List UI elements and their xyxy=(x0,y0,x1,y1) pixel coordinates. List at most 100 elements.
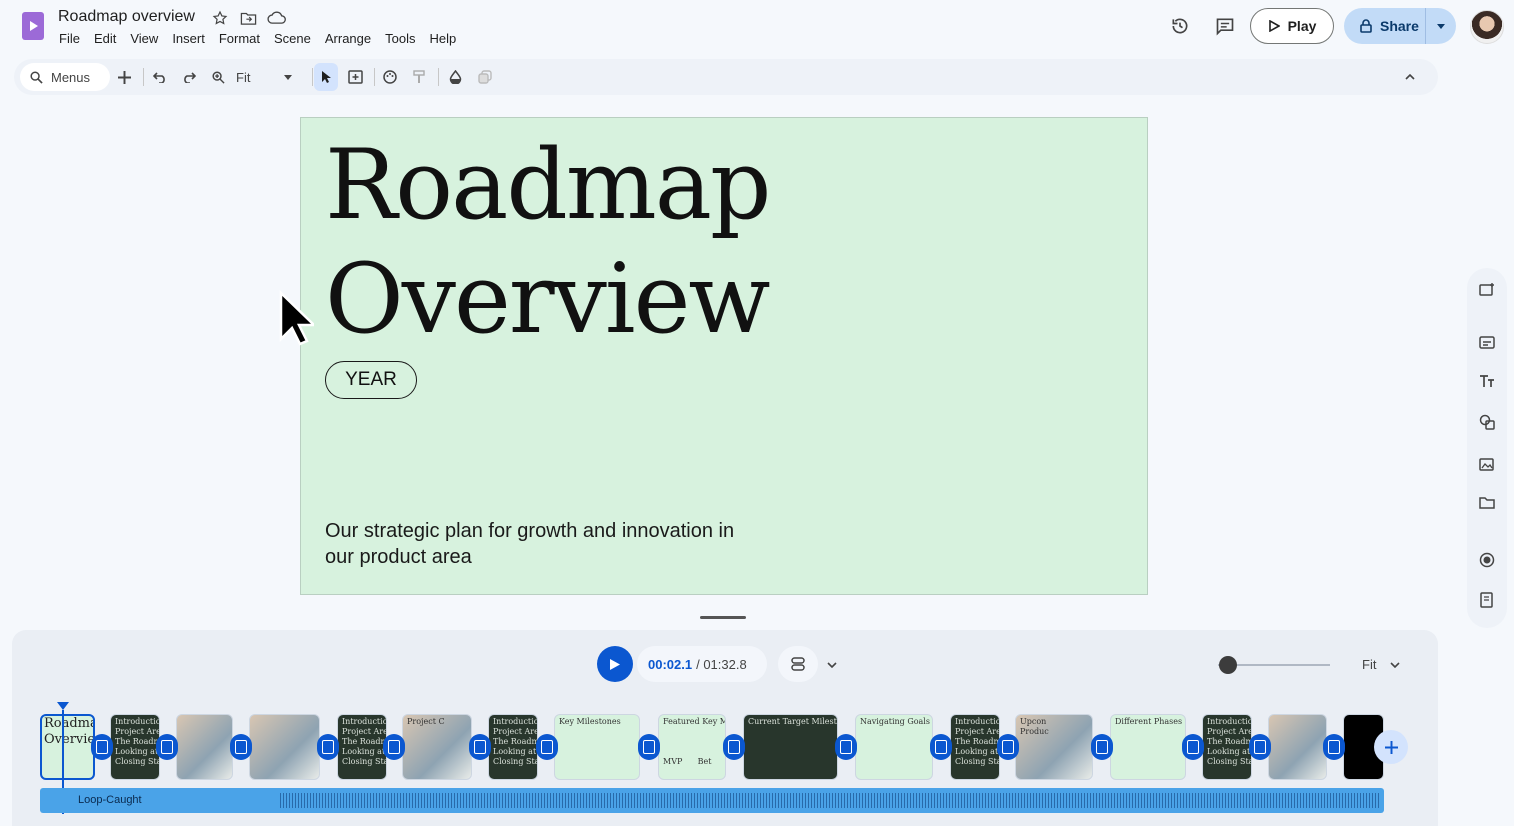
folder-icon[interactable] xyxy=(1476,491,1498,513)
scene-thumbnail[interactable] xyxy=(1268,714,1327,780)
notes-icon[interactable] xyxy=(1476,589,1498,611)
palette-icon[interactable] xyxy=(380,63,400,91)
transition-icon[interactable] xyxy=(469,734,491,760)
app-logo-icon[interactable] xyxy=(22,12,44,40)
transition-icon[interactable] xyxy=(1323,734,1345,760)
scene-thumbnail[interactable]: Introductio Project Are The Roadm Lookin… xyxy=(950,714,1000,780)
menu-insert[interactable]: Insert xyxy=(172,31,205,46)
avatar[interactable] xyxy=(1470,10,1504,44)
menu-view[interactable]: View xyxy=(130,31,158,46)
scene-thumbnail[interactable]: Project C xyxy=(402,714,472,780)
history-icon[interactable] xyxy=(1165,11,1195,41)
collapse-icon[interactable] xyxy=(1400,63,1420,91)
document-title[interactable]: Roadmap overview xyxy=(58,8,195,26)
menu-format[interactable]: Format xyxy=(219,31,260,46)
scene-thumbnail[interactable] xyxy=(176,714,233,780)
scene-thumbnail[interactable]: Navigating Goals xyxy=(855,714,933,780)
zoom-slider-handle[interactable] xyxy=(1219,656,1237,674)
year-badge[interactable]: YEAR xyxy=(325,361,417,399)
zoom-select[interactable]: Fit xyxy=(236,63,302,91)
scene-thumbnail[interactable]: Introductio Project Are The Roadm Lookin… xyxy=(337,714,387,780)
pointer-icon[interactable] xyxy=(314,63,338,91)
side-panel-rail xyxy=(1467,268,1507,628)
transition-icon[interactable] xyxy=(1182,734,1204,760)
scene-thumbnail[interactable]: Featured Key Milestone MVP Bet xyxy=(658,714,726,780)
time-display: 00:02.1 / 01:32.8 xyxy=(637,646,767,682)
effects-icon[interactable] xyxy=(475,63,495,91)
scene-thumbnail[interactable]: Current Target Milestones xyxy=(743,714,838,780)
scene-thumbnail[interactable]: Different Phases xyxy=(1110,714,1186,780)
redo-icon[interactable] xyxy=(179,63,199,91)
menu-tools[interactable]: Tools xyxy=(385,31,415,46)
menu-file[interactable]: File xyxy=(59,31,80,46)
panel-resize-handle[interactable] xyxy=(700,616,746,619)
audio-waveform xyxy=(280,793,1380,808)
play-button[interactable]: Play xyxy=(1250,8,1334,44)
chevron-down-icon xyxy=(284,74,293,80)
total-time: / 01:32.8 xyxy=(696,656,747,672)
menu-scene[interactable]: Scene xyxy=(274,31,311,46)
menu-help[interactable]: Help xyxy=(429,31,456,46)
paint-format-icon[interactable] xyxy=(409,63,429,91)
menu-arrange[interactable]: Arrange xyxy=(325,31,371,46)
search-icon xyxy=(30,70,43,84)
transition-icon[interactable] xyxy=(1091,734,1113,760)
text-box-icon[interactable] xyxy=(345,63,365,91)
menu-edit[interactable]: Edit xyxy=(94,31,116,46)
timeline-view-button[interactable] xyxy=(778,646,818,682)
transition-icon[interactable] xyxy=(1249,734,1271,760)
fill-icon[interactable] xyxy=(445,63,465,91)
image-icon[interactable] xyxy=(1476,452,1498,474)
scene-thumbnail[interactable]: Introductio Project Are The Roadm Lookin… xyxy=(1202,714,1252,780)
transition-icon[interactable] xyxy=(638,734,660,760)
transition-icon[interactable] xyxy=(91,734,113,760)
scene-thumbnail[interactable]: Upcon Produc xyxy=(1015,714,1093,780)
share-dropdown-icon[interactable] xyxy=(1426,23,1456,29)
cloud-icon[interactable] xyxy=(266,8,286,28)
record-icon[interactable] xyxy=(1476,549,1498,571)
shapes-icon[interactable] xyxy=(1476,411,1498,433)
chevron-down-icon[interactable] xyxy=(822,655,842,675)
audio-track[interactable]: Loop-Caught xyxy=(40,788,1384,813)
toolbar-divider xyxy=(438,68,439,86)
timeline-play-button[interactable] xyxy=(597,646,633,682)
plus-icon[interactable] xyxy=(114,63,134,91)
transition-icon[interactable] xyxy=(930,734,952,760)
scene-gen-icon[interactable] xyxy=(1476,278,1498,300)
caption-icon[interactable] xyxy=(1476,331,1498,353)
share-button[interactable]: Share xyxy=(1344,8,1456,44)
transition-icon[interactable] xyxy=(997,734,1019,760)
scene-thumbnail[interactable]: Introductio Project Are The Roadm Lookin… xyxy=(110,714,160,780)
star-icon[interactable] xyxy=(210,8,230,28)
transition-icon[interactable] xyxy=(383,734,405,760)
transition-icon[interactable] xyxy=(536,734,558,760)
playhead-marker[interactable] xyxy=(57,702,69,710)
scene-thumbnail[interactable]: Key Milestones xyxy=(554,714,640,780)
play-icon xyxy=(1268,20,1280,32)
folder-move-icon[interactable] xyxy=(238,8,258,28)
menu-search[interactable]: Menus xyxy=(20,63,110,91)
undo-icon[interactable] xyxy=(150,63,170,91)
transition-icon[interactable] xyxy=(156,734,178,760)
zoom-icon[interactable] xyxy=(208,63,228,91)
slide-subtitle[interactable]: Our strategic plan for growth and innova… xyxy=(325,518,745,570)
share-main[interactable]: Share xyxy=(1344,8,1426,44)
comment-icon[interactable] xyxy=(1210,11,1240,41)
transition-icon[interactable] xyxy=(230,734,252,760)
search-label: Menus xyxy=(51,69,91,85)
play-label: Play xyxy=(1287,18,1317,34)
transition-icon[interactable] xyxy=(835,734,857,760)
scene-thumbnail[interactable]: Introductio Project Are The Roadm Lookin… xyxy=(488,714,538,780)
transition-icon[interactable] xyxy=(317,734,339,760)
scene-thumbnail[interactable]: Roadma Overvie xyxy=(40,714,95,780)
slide-title-line-2: Overview xyxy=(325,243,771,355)
transition-icon[interactable] xyxy=(723,734,745,760)
timeline-zoom-select[interactable]: Fit xyxy=(1362,657,1401,672)
scene-thumbnail-text: Key Milestones xyxy=(559,717,621,726)
add-scene-button[interactable] xyxy=(1374,730,1408,764)
slide-canvas[interactable]: Roadmap Overview YEAR Our strategic plan… xyxy=(300,117,1148,595)
slide-title[interactable]: Roadmap Overview xyxy=(325,128,771,356)
scene-thumbnail[interactable] xyxy=(249,714,320,780)
text-style-icon[interactable] xyxy=(1476,370,1498,392)
scene-thumbnail-text: Roadma Overvie xyxy=(44,716,95,747)
